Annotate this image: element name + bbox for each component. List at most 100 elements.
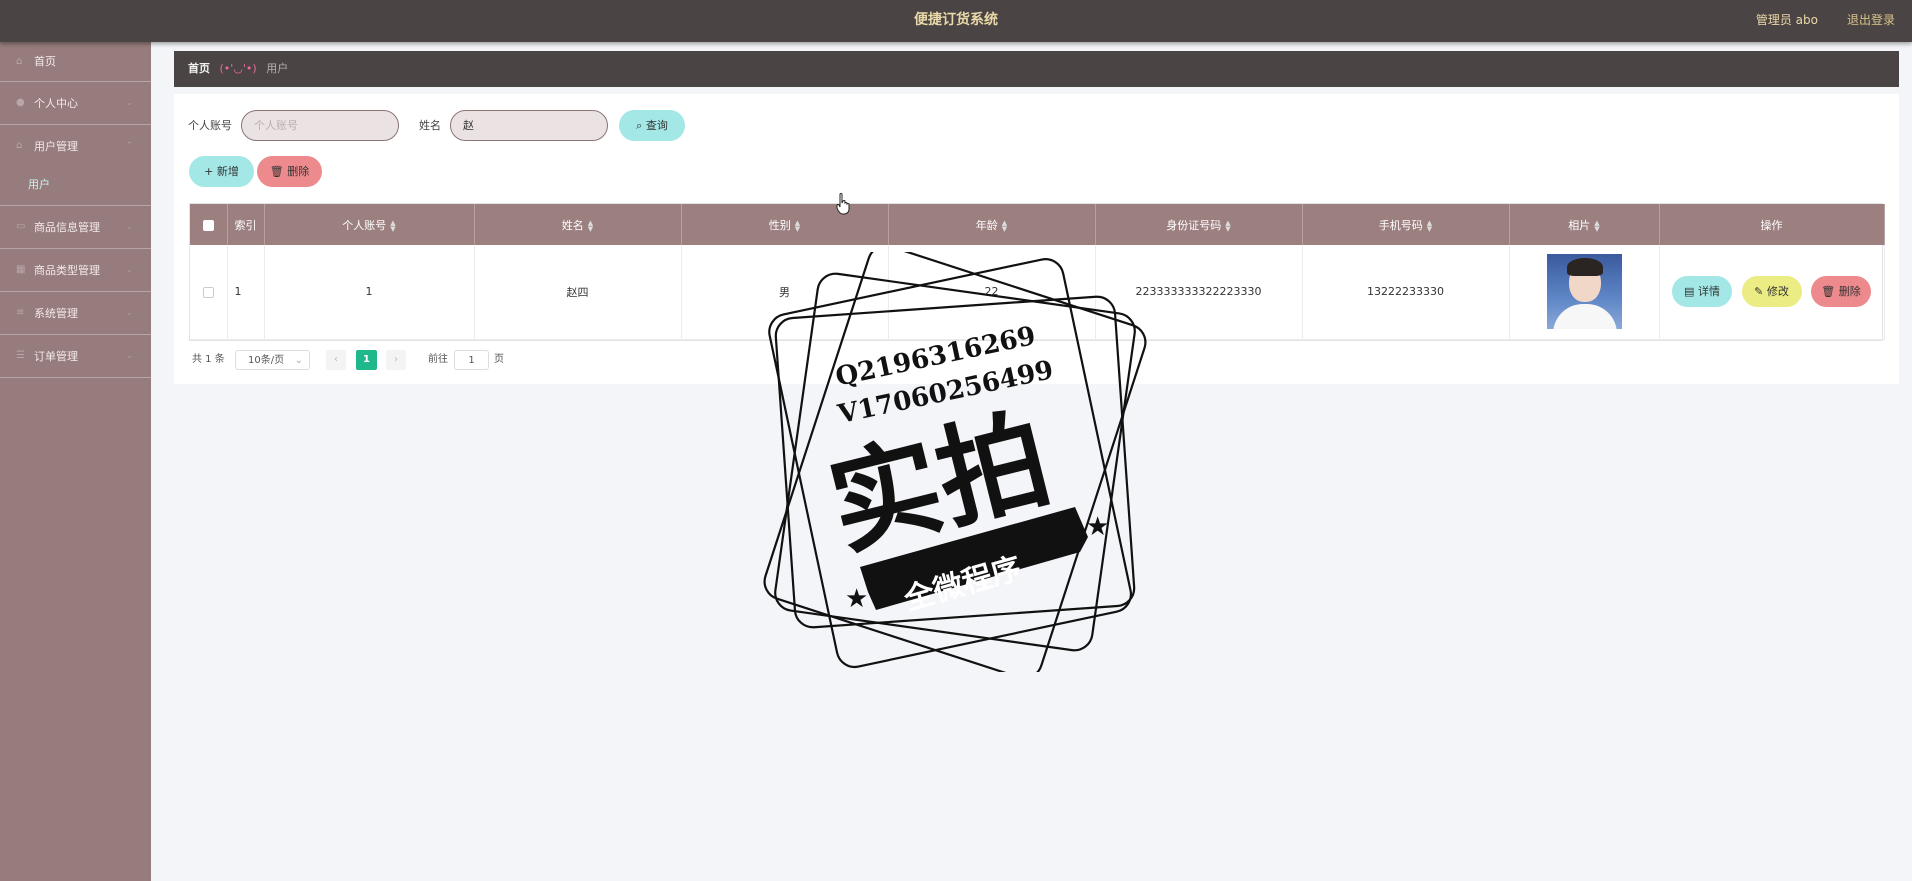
logout-link[interactable]: 退出登录 <box>1847 0 1895 40</box>
cell-photo <box>1509 245 1660 340</box>
row-checkbox[interactable] <box>202 286 214 298</box>
sort-icon[interactable]: ▲ ▼ <box>1594 219 1599 232</box>
column-header-account[interactable]: 个人账号 ▲ ▼ <box>264 204 475 245</box>
trash-icon: 🗑 <box>269 165 284 178</box>
sidebar-item-orders[interactable]: ☰ 订单管理 ⌄ <box>0 335 151 378</box>
select-all-cell <box>190 204 228 245</box>
detail-button[interactable]: ▤ 详情 <box>1672 276 1732 308</box>
name-input[interactable]: 赵 <box>450 110 608 141</box>
column-header-label: 相片 <box>1568 218 1591 232</box>
delete-button-label: 删除 <box>1838 285 1861 299</box>
bulk-delete-button[interactable]: 🗑 删除 <box>257 156 322 187</box>
cell-actions: ▤ 详情 ✎ 修改 🗑 删除 <box>1659 245 1885 340</box>
pencil-icon: ✎ <box>1754 285 1764 299</box>
goods-icon: ▭ <box>16 221 26 232</box>
account-input-placeholder: 个人账号 <box>254 119 298 132</box>
account-input[interactable]: 个人账号 <box>241 110 399 141</box>
sort-icon[interactable]: ▲ ▼ <box>1427 219 1432 232</box>
column-header-gender[interactable]: 性别 ▲ ▼ <box>681 204 889 245</box>
current-user: 管理员 abo <box>1755 13 1818 27</box>
detail-button-label: 详情 <box>1697 285 1720 299</box>
settings-icon: ≡ <box>16 307 25 318</box>
order-icon: ☰ <box>16 350 25 361</box>
total-count: 共 1 条 <box>192 354 225 365</box>
sort-icon[interactable]: ▲ ▼ <box>390 219 395 232</box>
sidebar-item-label: 个人中心 <box>34 97 78 110</box>
sidebar-item-category[interactable]: ▦ 商品类型管理 ⌄ <box>0 249 151 292</box>
breadcrumb: 首页 (•'◡'•) 用户 <box>174 51 1899 87</box>
delete-button[interactable]: 🗑 删除 <box>1811 276 1871 308</box>
column-header-age[interactable]: 年龄 ▲ ▼ <box>888 204 1096 245</box>
column-header-name[interactable]: 姓名 ▲ ▼ <box>474 204 682 245</box>
add-button-label: 新增 <box>216 165 239 178</box>
sidebar: ⌂ 首页 ● 个人中心 ⌄ ⌂ 用户管理 ⌃ 用户 ▭ 商品信息管理 ⌄ ▦ 商… <box>0 42 151 881</box>
user-icon: ● <box>16 97 25 108</box>
table-header-row: 索引 个人账号 ▲ ▼ 姓名 ▲ ▼ 性别 ▲ ▼ 年龄 ▲ ▼ 身份证号码 ▲ ▼ 手机号码 ▲ ▼ … <box>190 204 1885 245</box>
chevron-down-icon: ⌄ <box>125 98 133 108</box>
app-title: 便捷订货系统 <box>914 12 998 28</box>
edit-button-label: 修改 <box>1766 285 1789 299</box>
sidebar-item-profile[interactable]: ● 个人中心 ⌄ <box>0 82 151 125</box>
add-button[interactable]: + 新增 <box>189 156 254 187</box>
account-label: 个人账号 <box>188 119 232 132</box>
bulk-delete-button-label: 删除 <box>287 165 310 178</box>
chevron-down-icon: ⌄ <box>125 351 133 361</box>
goto-page-input[interactable]: 1 <box>454 350 489 370</box>
next-page-button[interactable]: › <box>386 350 406 370</box>
column-header-label: 索引 <box>234 218 257 232</box>
column-header-photo[interactable]: 相片 ▲ ▼ <box>1509 204 1660 245</box>
chevron-down-icon: ⌄ <box>125 308 133 318</box>
sidebar-item-label: 系统管理 <box>34 307 78 320</box>
sort-icon[interactable]: ▲ ▼ <box>795 219 800 232</box>
star-icon: ★ <box>1086 512 1109 542</box>
sidebar-item-home[interactable]: ⌂ 首页 <box>0 42 151 82</box>
search-button-label: 查询 <box>645 119 668 132</box>
trash-icon: 🗑 <box>1821 285 1836 299</box>
sidebar-item-system[interactable]: ≡ 系统管理 ⌄ <box>0 292 151 335</box>
hand-cursor-icon <box>836 193 850 215</box>
search-button[interactable]: ⌕ 查询 <box>619 110 685 141</box>
chevron-down-icon: ⌄ <box>125 265 133 275</box>
name-label: 姓名 <box>419 119 441 132</box>
plus-icon: + <box>204 165 214 178</box>
sidebar-item-label: 用户管理 <box>34 140 78 153</box>
user-photo[interactable] <box>1546 254 1622 330</box>
sidebar-item-goods[interactable]: ▭ 商品信息管理 ⌄ <box>0 206 151 249</box>
column-header-label: 年龄 <box>975 218 998 232</box>
cell-name: 赵四 <box>474 245 682 340</box>
sidebar-item-label: 订单管理 <box>34 350 78 363</box>
sort-icon[interactable]: ▲ ▼ <box>1225 219 1230 232</box>
column-header-label: 性别 <box>768 218 791 232</box>
breadcrumb-current: 用户 <box>266 62 289 75</box>
sidebar-item-label: 首页 <box>34 55 56 68</box>
home-icon: ⌂ <box>16 56 23 67</box>
sidebar-subitem-users[interactable]: 用户 <box>0 168 151 206</box>
sidebar-item-user-management[interactable]: ⌂ 用户管理 ⌃ <box>0 125 151 168</box>
page-number[interactable]: 1 <box>356 350 377 370</box>
chevron-up-icon: ⌃ <box>125 141 133 151</box>
edit-button[interactable]: ✎ 修改 <box>1741 276 1802 308</box>
search-icon: ⌕ <box>636 119 643 132</box>
page-size-select[interactable]: 10条/页 ⌄ <box>235 350 310 370</box>
sort-icon[interactable]: ▲ ▼ <box>588 219 593 232</box>
star-icon: ★ <box>845 584 868 614</box>
column-header-phone[interactable]: 手机号码 ▲ ▼ <box>1302 204 1510 245</box>
column-header-id-number[interactable]: 身份证号码 ▲ ▼ <box>1095 204 1303 245</box>
document-icon: ▤ <box>1684 285 1695 299</box>
cell-index: 1 <box>227 245 265 340</box>
page-suffix: 页 <box>494 354 504 365</box>
prev-page-button[interactable]: ‹ <box>326 350 346 370</box>
select-all-checkbox[interactable] <box>202 219 214 231</box>
column-header-label: 手机号码 <box>1378 218 1423 232</box>
category-icon: ▦ <box>16 264 26 275</box>
cell-account: 1 <box>264 245 475 340</box>
sidebar-item-label: 商品信息管理 <box>34 221 100 234</box>
sort-icon[interactable]: ▲ ▼ <box>1002 219 1007 232</box>
column-header-actions: 操作 <box>1659 204 1885 245</box>
breadcrumb-separator: (•'◡'•) <box>219 62 257 75</box>
column-header-index: 索引 <box>227 204 265 245</box>
watermark-stamp: Q2196316269 V17060256499 实拍 全微程序 ★ ★ <box>763 252 1147 672</box>
column-header-label: 身份证号码 <box>1166 218 1222 232</box>
goto-label: 前往 <box>428 354 448 365</box>
breadcrumb-home[interactable]: 首页 <box>188 62 210 75</box>
